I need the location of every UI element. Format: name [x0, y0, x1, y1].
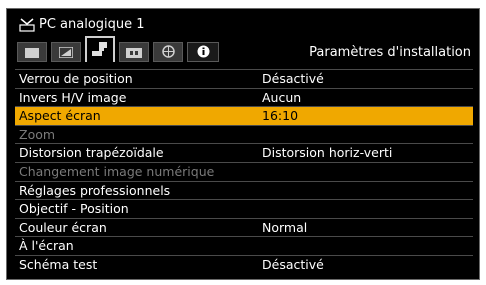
- menu-item-label: Aspect écran: [19, 108, 101, 124]
- menu-item-image-flip[interactable]: Invers H/V image Aucun: [15, 87, 473, 107]
- menu-item-value: Désactivé: [262, 71, 324, 86]
- adjust-icon: [58, 43, 74, 62]
- menu-item-label: Distorsion trapézoïdale: [19, 145, 164, 161]
- installation-icon: [91, 41, 109, 60]
- menu-item-label: À l'écran: [19, 238, 74, 254]
- menu-item-zoom: Zoom: [15, 124, 473, 144]
- menu-item-position-lock[interactable]: Verrou de position Désactivé: [15, 69, 473, 88]
- tab-installation[interactable]: [85, 36, 115, 62]
- menu-item-professional-settings[interactable]: Réglages professionnels: [15, 180, 473, 200]
- tab-adjust[interactable]: [51, 42, 81, 62]
- menu-item-screen-color[interactable]: Couleur écran Normal: [15, 217, 473, 237]
- menu-item-lens-position[interactable]: Objectif - Position: [15, 199, 473, 218]
- menu-item-label: Réglages professionnels: [19, 182, 171, 198]
- menu-item-label: Changement image numérique: [19, 163, 215, 179]
- picture-icon: [25, 43, 39, 62]
- menu-item-test-pattern[interactable]: Schéma test Désactivé: [15, 254, 473, 274]
- menu-item-label: Objectif - Position: [19, 201, 129, 217]
- network-icon: [161, 43, 175, 62]
- menu-item-label: Zoom: [19, 126, 56, 142]
- tab-system[interactable]: [119, 42, 149, 62]
- menu-item-label: Verrou de position: [19, 71, 133, 86]
- menu-item-label: Couleur écran: [19, 219, 107, 235]
- tab-network[interactable]: [153, 42, 183, 62]
- tab-info[interactable]: [187, 42, 219, 62]
- menu-item-screen-aspect[interactable]: Aspect écran 16:10: [15, 106, 473, 125]
- settings-menu: Verrou de position Désactivé Invers H/V …: [15, 69, 473, 274]
- menu-tabs: [17, 36, 223, 62]
- menu-item-value: 16:10: [262, 108, 299, 124]
- menu-item-label: Invers H/V image: [19, 89, 127, 105]
- tab-picture[interactable]: [17, 42, 47, 62]
- menu-item-digital-image-shift: Changement image numérique: [15, 161, 473, 181]
- menu-item-keystone[interactable]: Distorsion trapézoïdale Distorsion horiz…: [15, 143, 473, 162]
- menu-item-value: Désactivé: [262, 256, 324, 272]
- input-source-icon: [19, 18, 35, 32]
- input-source-title: PC analogique 1: [19, 15, 145, 35]
- active-tab-title: Paramètres d'installation: [309, 45, 471, 60]
- osd-menu-panel: PC analogique 1 Paramètres d'installatio…: [6, 8, 480, 280]
- system-icon: [126, 43, 142, 62]
- info-icon: [197, 43, 210, 62]
- menu-item-value: Distorsion horiz-verti: [262, 145, 393, 161]
- menu-item-on-screen[interactable]: À l'écran: [15, 236, 473, 255]
- menu-item-label: Schéma test: [19, 256, 98, 272]
- menu-item-value: Aucun: [262, 89, 302, 105]
- input-source-label: PC analogique 1: [39, 17, 145, 32]
- menu-item-value: Normal: [262, 219, 308, 235]
